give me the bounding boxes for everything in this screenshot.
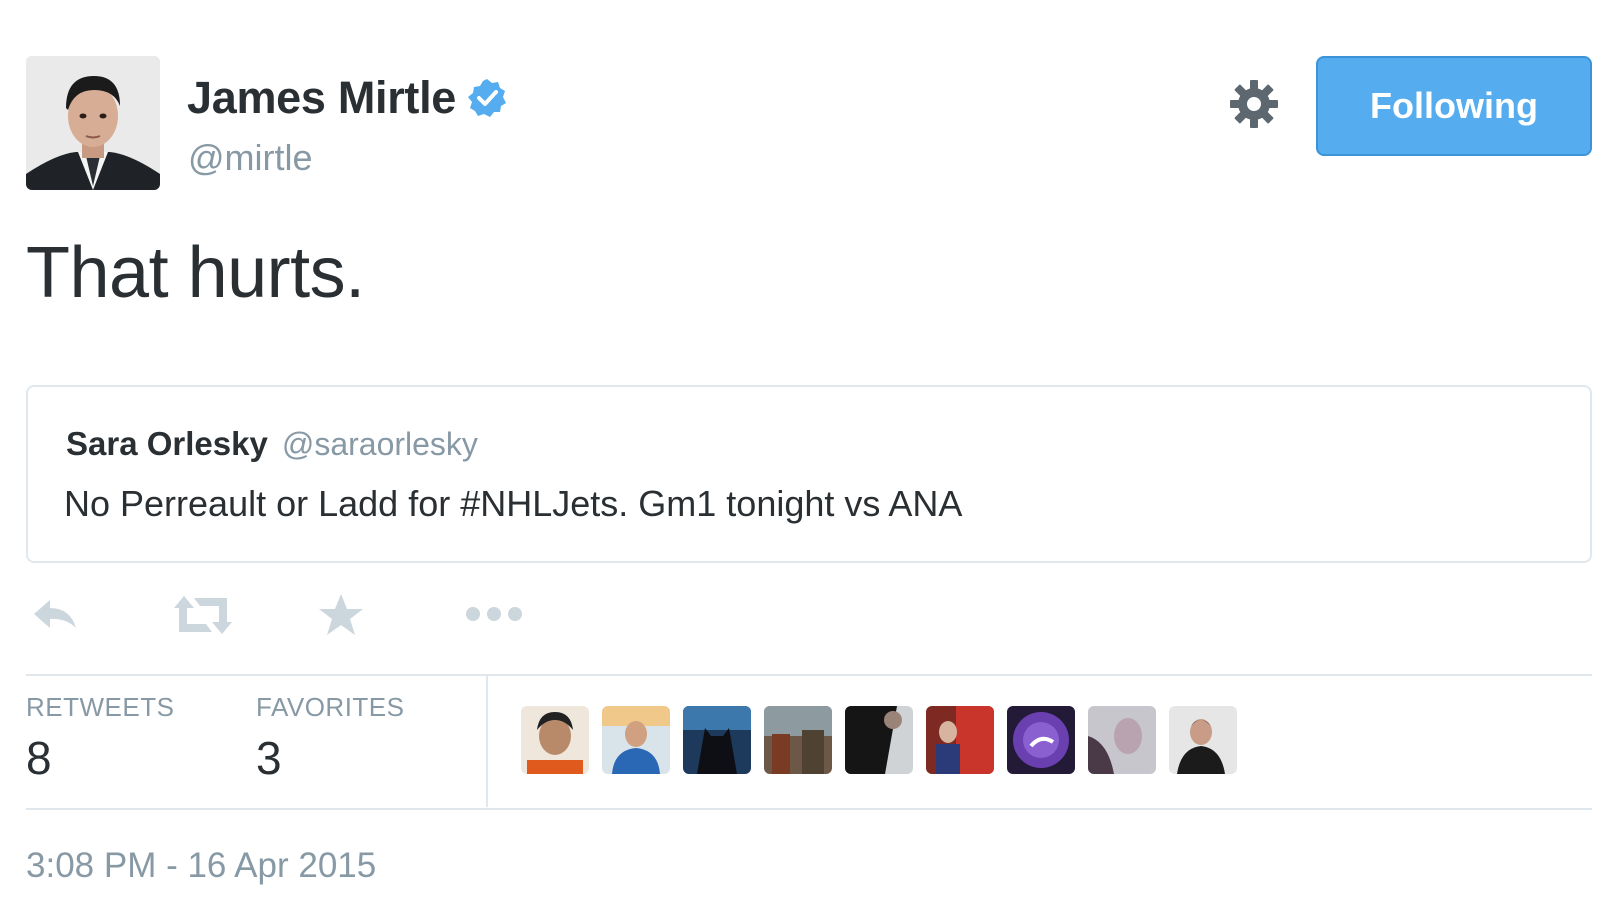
verified-badge-icon	[468, 79, 507, 117]
author-name-row[interactable]: James Mirtle	[187, 72, 508, 124]
favorites-count: 3	[256, 732, 282, 784]
reply-icon[interactable]	[30, 592, 80, 638]
stats-vertical-divider	[486, 675, 488, 807]
quoted-tweet-text: No Perreault or Ladd for #NHLJets. Gm1 t…	[64, 483, 963, 524]
avatar-portrait	[26, 56, 160, 190]
favoriter-avatar[interactable]	[845, 706, 913, 774]
favoriters-avatars	[521, 706, 1250, 774]
stats-top-divider	[26, 674, 1592, 676]
favoriter-avatar[interactable]	[602, 706, 670, 774]
star-icon[interactable]	[318, 592, 364, 638]
favoriter-avatar[interactable]	[521, 706, 589, 774]
following-button[interactable]: Following	[1316, 56, 1592, 156]
favoriter-avatar[interactable]	[1088, 706, 1156, 774]
quoted-tweet[interactable]: Sara Orlesky @saraorlesky No Perreault o…	[26, 385, 1592, 563]
favoriter-avatar[interactable]	[1007, 706, 1075, 774]
favorites-stat[interactable]: FAVORITES 3	[256, 692, 405, 785]
favoriter-avatar[interactable]	[764, 706, 832, 774]
retweets-stat[interactable]: RETWEETS 8	[26, 692, 174, 785]
favorites-label: FAVORITES	[256, 692, 405, 722]
favoriter-avatar[interactable]	[683, 706, 751, 774]
quoted-tweet-header: Sara Orlesky @saraorlesky	[66, 425, 478, 463]
tweet-card: James Mirtle @mirtle Following That hurt…	[0, 0, 1600, 900]
favoriter-avatar[interactable]	[1169, 706, 1237, 774]
quoted-author-handle: @saraorlesky	[281, 426, 478, 462]
retweets-count: 8	[26, 732, 52, 784]
tweet-timestamp[interactable]: 3:08 PM - 16 Apr 2015	[26, 846, 376, 886]
author-avatar[interactable]	[26, 56, 160, 190]
gear-icon[interactable]	[1228, 78, 1280, 130]
retweet-icon[interactable]	[172, 592, 234, 638]
tweet-text: That hurts.	[26, 233, 365, 313]
author-name[interactable]: James Mirtle	[187, 72, 456, 124]
retweets-label: RETWEETS	[26, 692, 175, 722]
stats-bottom-divider	[26, 808, 1592, 810]
quoted-author-name: Sara Orlesky	[66, 425, 268, 462]
favoriter-avatar[interactable]	[926, 706, 994, 774]
more-dots-icon[interactable]	[464, 592, 524, 638]
author-handle[interactable]: @mirtle	[188, 137, 313, 179]
